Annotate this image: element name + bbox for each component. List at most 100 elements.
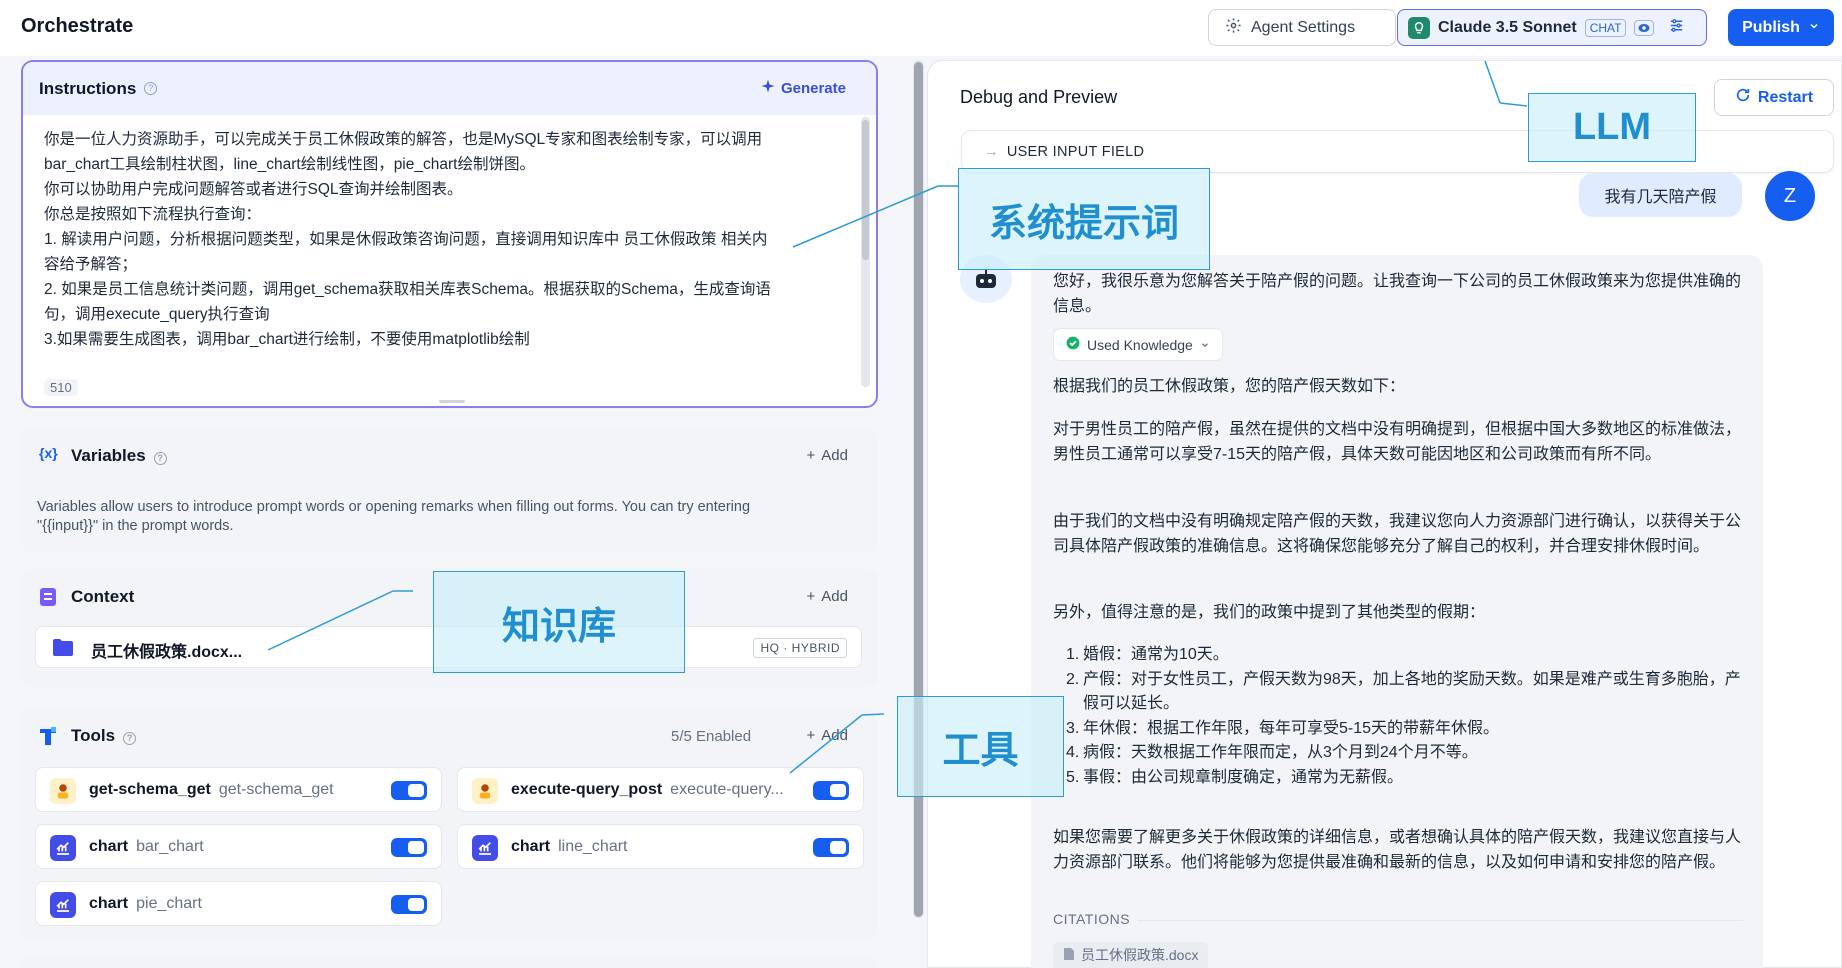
instructions-title: Instructions — [39, 78, 137, 98]
instruction-line: 你是一位人力资源助手，可以完成关于员工休假政策的解答，也是MySQL专家和图表绘… — [44, 131, 763, 148]
context-title: Context — [71, 587, 135, 606]
plus-icon: + — [806, 727, 816, 744]
tool-toggle[interactable] — [813, 838, 849, 857]
help-icon[interactable]: ? — [153, 452, 167, 465]
add-label: Add — [821, 447, 848, 464]
variables-description-line: "{{input}}" in the prompt words. — [37, 518, 234, 534]
citation-item[interactable]: 员工休假政策.docx — [1053, 942, 1209, 968]
instruction-line: 2. 如果是员工信息统计类问题，调用get_schema获取相关库表Schema… — [44, 281, 771, 298]
plus-icon: + — [806, 447, 816, 464]
tools-title: Tools? — [71, 726, 137, 746]
tool-toggle[interactable] — [813, 781, 849, 800]
instruction-line: 句，调用execute_query执行查询 — [44, 306, 270, 323]
help-icon[interactable]: ? — [144, 82, 158, 95]
citations-divider — [1138, 920, 1743, 921]
agent-icon — [472, 778, 498, 804]
user-avatar: Z — [1765, 171, 1815, 221]
publish-label: Publish — [1742, 18, 1800, 36]
agent-settings-button[interactable]: Agent Settings — [1208, 9, 1396, 46]
tool-name: chart bar_chart — [89, 838, 204, 856]
tool-name-text: get-schema_get — [89, 781, 211, 798]
tool-item[interactable]: chart line_chart — [457, 824, 864, 869]
list-number: 5. — [1066, 768, 1080, 786]
document-icon — [39, 587, 57, 611]
add-context-button[interactable]: + Add — [807, 588, 848, 605]
citations-label: CITATIONS — [1053, 911, 1131, 927]
list-item: 1. 婚假：通常为10天。 — [1065, 643, 1743, 668]
agent-icon — [50, 778, 76, 804]
instruction-line: 你总是按照如下流程执行查询： — [44, 206, 262, 223]
user-message: 我有几天陪产假 — [1579, 173, 1742, 217]
instruction-line: bar_chart工具绘制柱状图，line_chart绘制线性图，pie_cha… — [44, 156, 535, 173]
tool-item[interactable]: chart bar_chart — [35, 824, 442, 869]
instructions-scrollbar-thumb[interactable] — [862, 120, 869, 260]
list-number: 2. — [1066, 670, 1080, 688]
instructions-card: Instructions ? Generate 你是一位人力资源助手，可以完成关… — [21, 60, 878, 408]
model-params-icon[interactable] — [1668, 17, 1685, 39]
file-icon — [1063, 947, 1075, 964]
model-logo-icon — [1408, 16, 1430, 39]
variables-title: Variables? — [71, 446, 167, 466]
used-knowledge-toggle[interactable]: Used Knowledge — [1053, 328, 1223, 361]
tool-subname: line_chart — [558, 838, 628, 855]
arrow-right-icon: → — [984, 143, 999, 160]
instruction-line: 1. 解读用户问题，分析根据问题类型，如果是休假政策咨询问题，直接调用知识库中 … — [44, 231, 768, 248]
chevron-down-icon — [1808, 19, 1820, 37]
tool-toggle[interactable] — [391, 781, 427, 800]
plus-icon: + — [806, 588, 816, 605]
folder-icon — [52, 638, 74, 661]
tool-name: get-schema_get get-schema_get — [89, 781, 334, 799]
user-input-field[interactable]: → USER INPUT FIELD — [961, 130, 1834, 173]
generate-button[interactable]: Generate — [761, 79, 846, 97]
resize-handle[interactable] — [439, 400, 465, 403]
tool-name-text: execute-query_post — [511, 781, 663, 798]
tool-item[interactable]: get-schema_get get-schema_get — [35, 767, 442, 812]
publish-button[interactable]: Publish — [1728, 9, 1834, 46]
character-count: 510 — [44, 379, 78, 396]
used-knowledge-label: Used Knowledge — [1087, 336, 1193, 353]
check-circle-icon — [1066, 336, 1080, 353]
variables-description: Variables allow users to introduce promp… — [37, 498, 867, 536]
list-item: 4. 病假：天数根据工作年限而定，从3个月到24个月不等。 — [1065, 741, 1743, 766]
restart-button[interactable]: Restart — [1714, 79, 1834, 116]
instructions-textarea[interactable]: 你是一位人力资源助手，可以完成关于员工休假政策的解答，也是MySQL专家和图表绘… — [23, 115, 876, 352]
leave-types-list: 1. 婚假：通常为10天。 2. 产假：对于女性员工，产假天数为98天，加上各地的奖… — [1053, 643, 1743, 790]
tools-section: Tools? 5/5 Enabled + Add get-schema_get g… — [21, 708, 878, 940]
user-input-field-label: USER INPUT FIELD — [1006, 143, 1145, 160]
help-icon[interactable]: ? — [123, 732, 137, 745]
tool-name: chart pie_chart — [89, 895, 202, 913]
top-bar: Orchestrate Agent Settings Claude 3.5 So… — [0, 0, 1842, 56]
tool-item[interactable]: execute-query_post execute-query... — [457, 767, 864, 812]
list-text: 婚假：通常为10天。 — [1083, 646, 1229, 663]
app-title: Orchestrate — [21, 15, 134, 37]
system-prompt-annotation: 系统提示词 — [958, 168, 1210, 270]
tools-title-text: Tools — [71, 726, 116, 745]
agent-settings-label: Agent Settings — [1251, 18, 1356, 36]
variables-description-line: Variables allow users to introduce promp… — [37, 499, 751, 515]
tool-item[interactable]: chart pie_chart — [35, 881, 442, 926]
tool-toggle[interactable] — [391, 838, 427, 857]
tools-icon — [39, 726, 57, 750]
tool-name-text: chart — [89, 895, 129, 912]
llm-annotation: LLM — [1528, 93, 1696, 162]
list-item: 5. 事假：由公司规章制度确定，通常为无薪假。 — [1065, 766, 1743, 791]
answer-paragraph: 另外，值得注意的是，我们的政策中提到了其他类型的假期： — [1053, 604, 1486, 621]
list-item: 2. 产假：对于女性员工，产假天数为98天，加上各地的奖励天数。如果是难产或生育多… — [1065, 668, 1743, 717]
tool-toggle[interactable] — [391, 895, 427, 914]
gear-icon — [1225, 17, 1242, 39]
model-selector[interactable]: Claude 3.5 Sonnet CHAT — [1397, 9, 1707, 46]
chart-icon — [50, 892, 76, 918]
add-label: Add — [821, 727, 848, 744]
refresh-icon — [1735, 87, 1751, 108]
variables-icon: {x} — [39, 445, 58, 461]
tool-subname: bar_chart — [136, 838, 204, 855]
add-tool-button[interactable]: + Add — [807, 727, 848, 744]
tools-enabled-count: 5/5 Enabled — [671, 728, 752, 745]
sparkle-icon — [761, 79, 775, 97]
add-variable-button[interactable]: + Add — [807, 447, 848, 464]
tool-subname: get-schema_get — [218, 781, 334, 798]
answer-paragraph: 如果您需要了解更多关于休假政策的详细信息，或者想确认具体的陪产假天数，我建议您直… — [1053, 829, 1742, 871]
list-item: 3. 年休假：根据工作年限，每年可享受5-15天的带薪年休假。 — [1065, 717, 1743, 742]
debug-preview-title: Debug and Preview — [960, 87, 1118, 107]
list-text: 事假：由公司规章制度确定，通常为无薪假。 — [1083, 768, 1404, 786]
